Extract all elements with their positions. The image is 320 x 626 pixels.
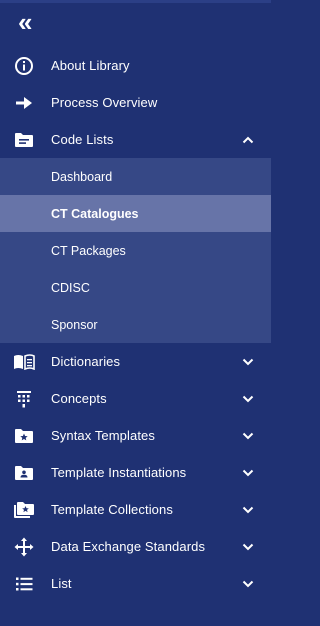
sidebar-item-label: Template Collections	[51, 502, 173, 517]
sidebar-item-label: List	[51, 576, 72, 591]
chevron-down-icon	[241, 355, 255, 369]
chevron-down-icon	[241, 429, 255, 443]
chevron-down-icon	[241, 503, 255, 517]
sidebar-item-template-collections[interactable]: Template Collections	[0, 491, 271, 528]
navigation-sidebar: « About Library Process Overview Code Li…	[0, 0, 271, 626]
folder-multiple-star-icon	[13, 499, 35, 521]
chevron-down-icon	[241, 392, 255, 406]
sidebar-item-list[interactable]: List	[0, 565, 271, 602]
sidebar-item-about-library[interactable]: About Library	[0, 47, 271, 84]
sidebar-item-code-lists[interactable]: Code Lists	[0, 121, 271, 158]
sidebar-item-label: Dictionaries	[51, 354, 121, 369]
sidebar-item-syntax-templates[interactable]: Syntax Templates	[0, 417, 271, 454]
chevron-down-icon	[241, 466, 255, 480]
submenu-item-ct-packages[interactable]: CT Packages	[0, 232, 271, 269]
sidebar-item-process-overview[interactable]: Process Overview	[0, 84, 271, 121]
code-lists-submenu: Dashboard CT Catalogues CT Packages CDIS…	[0, 158, 271, 343]
sidebar-item-label: About Library	[51, 58, 130, 73]
chevron-down-icon	[241, 540, 255, 554]
info-circle-icon	[13, 55, 35, 77]
sidebar-item-label: Syntax Templates	[51, 428, 155, 443]
collapse-sidebar-button[interactable]: «	[18, 9, 32, 35]
submenu-item-dashboard[interactable]: Dashboard	[0, 158, 271, 195]
submenu-item-cdisc[interactable]: CDISC	[0, 269, 271, 306]
submenu-item-ct-catalogues[interactable]: CT Catalogues	[0, 195, 271, 232]
sidebar-item-dictionaries[interactable]: Dictionaries	[0, 343, 271, 380]
chevron-down-icon	[241, 577, 255, 591]
submenu-item-sponsor[interactable]: Sponsor	[0, 306, 271, 343]
folder-list-icon	[13, 129, 35, 151]
collapse-row: «	[0, 3, 271, 47]
book-icon	[13, 351, 35, 373]
sidebar-item-data-exchange-standards[interactable]: Data Exchange Standards	[0, 528, 271, 565]
sidebar-item-label: Concepts	[51, 391, 107, 406]
arrows-all-icon	[13, 536, 35, 558]
list-icon	[13, 573, 35, 595]
folder-account-icon	[13, 462, 35, 484]
sidebar-item-label: Process Overview	[51, 95, 158, 110]
sidebar-item-label: Code Lists	[51, 132, 114, 147]
arrow-right-icon	[13, 92, 35, 114]
chevron-up-icon	[241, 133, 255, 147]
sidebar-item-label: Data Exchange Standards	[51, 539, 206, 554]
sidebar-item-label: Template Instantiations	[51, 465, 187, 480]
folder-star-icon	[13, 425, 35, 447]
sidebar-item-template-instantiations[interactable]: Template Instantiations	[0, 454, 271, 491]
sidebar-item-concepts[interactable]: Concepts	[0, 380, 271, 417]
concepts-icon	[13, 388, 35, 410]
